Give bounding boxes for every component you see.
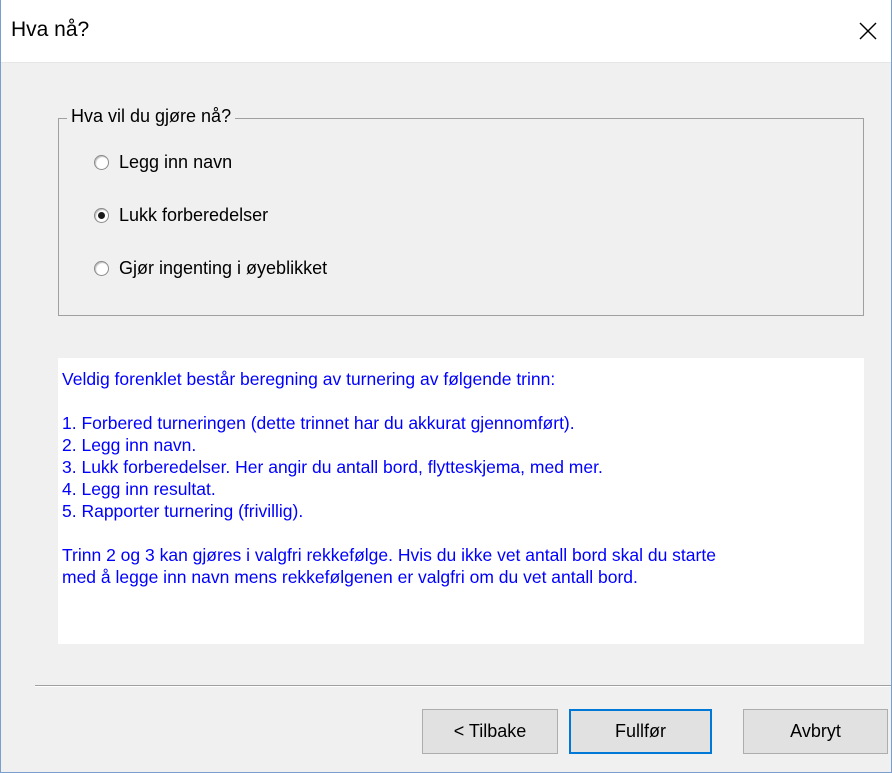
close-button[interactable] <box>845 0 891 62</box>
info-step: 1. Forbered turneringen (dette trinnet h… <box>62 413 575 433</box>
title-bar: Hva nå? <box>1 0 891 63</box>
close-icon <box>859 22 877 40</box>
radio-label: Lukk forberedelser <box>119 205 269 225</box>
radio-button-unchecked[interactable] <box>94 261 109 276</box>
info-step: 4. Legg inn resultat. <box>62 479 216 499</box>
radio-label: Legg inn navn <box>119 152 233 172</box>
radio-button-unchecked[interactable] <box>94 155 109 170</box>
cancel-button[interactable]: Avbryt <box>743 709 888 754</box>
info-step: 2. Legg inn navn. <box>62 435 197 455</box>
info-intro: Veldig forenklet består beregning av tur… <box>62 369 556 389</box>
info-note: Trinn 2 og 3 kan gjøres i valgfri rekkef… <box>62 545 716 565</box>
info-step: 3. Lukk forberedelser. Her angir du anta… <box>62 457 603 477</box>
choice-groupbox: Hva vil du gjøre nå? Legg inn navn Lukk … <box>58 106 864 316</box>
radio-option-lukk-forberedelser[interactable]: Lukk forberedelser <box>94 205 268 226</box>
dialog-window: Hva nå? Hva vil du gjøre nå? Legg inn na… <box>0 0 892 773</box>
info-note: med å legge inn navn mens rekkefølgenen … <box>62 567 638 587</box>
radio-button-checked[interactable] <box>94 208 109 223</box>
back-button[interactable]: < Tilbake <box>422 709 558 754</box>
info-step: 5. Rapporter turnering (frivillig). <box>62 501 304 521</box>
radio-label: Gjør ingenting i øyeblikket <box>119 258 328 278</box>
window-title: Hva nå? <box>11 18 90 41</box>
info-text-panel: Veldig forenklet består beregning av tur… <box>58 358 864 644</box>
separator-line <box>35 685 891 687</box>
groupbox-legend: Hva vil du gjøre nå? <box>67 106 236 127</box>
radio-option-gjor-ingenting[interactable]: Gjør ingenting i øyeblikket <box>94 258 327 279</box>
finish-button[interactable]: Fullfør <box>569 709 712 754</box>
radio-option-legg-inn-navn[interactable]: Legg inn navn <box>94 152 232 173</box>
